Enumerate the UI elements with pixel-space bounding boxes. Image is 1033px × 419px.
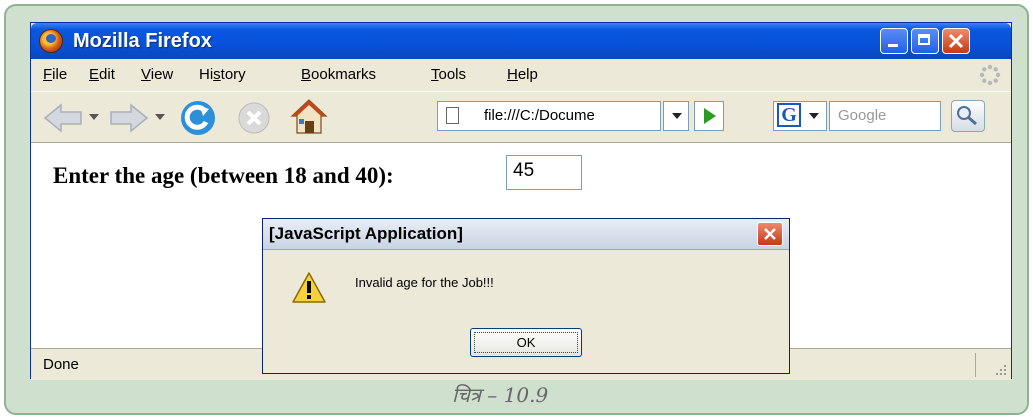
firefox-logo-icon (39, 29, 63, 53)
minimize-button[interactable] (880, 28, 908, 54)
close-icon (764, 228, 776, 240)
magnifier-icon (957, 106, 977, 126)
menu-view[interactable]: View (141, 66, 173, 83)
search-input[interactable]: Google (829, 101, 941, 131)
figure-caption: चित्र – 10.9 (452, 383, 549, 407)
page-icon (446, 107, 459, 124)
go-button[interactable] (694, 101, 724, 131)
age-input[interactable]: 45 (506, 155, 582, 190)
dialog-title-bar[interactable]: [JavaScript Application] (263, 219, 789, 250)
stop-icon[interactable] (237, 101, 271, 135)
alert-dialog: [JavaScript Application] Invalid age for… (262, 218, 790, 374)
dialog-close-button[interactable] (757, 222, 783, 246)
url-text: file:///C:/Docume (484, 107, 595, 124)
dialog-message: Invalid age for the Job!!! (355, 275, 494, 290)
status-text: Done (43, 356, 79, 373)
navigation-toolbar: file:///C:/Docume G Google (31, 91, 1011, 143)
search-engine-selector[interactable]: G (773, 101, 827, 131)
resize-grip-icon[interactable] (993, 362, 1007, 376)
back-dropdown-icon[interactable] (89, 114, 99, 122)
back-icon[interactable] (43, 102, 85, 134)
menu-help[interactable]: Help (507, 66, 538, 83)
url-history-dropdown[interactable] (663, 101, 689, 131)
forward-icon[interactable] (107, 102, 149, 134)
reload-icon[interactable] (179, 99, 217, 137)
home-icon[interactable] (289, 97, 329, 137)
window-title: Mozilla Firefox (73, 30, 212, 52)
search-button[interactable] (951, 100, 985, 132)
ok-button[interactable]: OK (470, 328, 582, 357)
maximize-button[interactable] (911, 28, 939, 54)
title-bar[interactable]: Mozilla Firefox (31, 23, 1011, 59)
menu-tools[interactable]: Tools (431, 66, 466, 83)
close-button[interactable] (942, 28, 970, 54)
warning-icon (292, 272, 326, 303)
forward-dropdown-icon[interactable] (155, 114, 165, 122)
google-icon: G (777, 103, 801, 127)
menu-bar: File Edit View History Bookmarks Tools H… (31, 59, 1011, 91)
dialog-title: [JavaScript Application] (269, 224, 463, 243)
menu-edit[interactable]: Edit (89, 66, 115, 83)
url-bar[interactable]: file:///C:/Docume (437, 101, 661, 131)
throbber-icon (979, 64, 1001, 86)
menu-bookmarks[interactable]: Bookmarks (301, 66, 376, 83)
status-divider (975, 353, 976, 377)
menu-history[interactable]: History (199, 66, 246, 83)
age-prompt-label: Enter the age (between 18 and 40): (53, 163, 394, 188)
menu-file[interactable]: File (43, 66, 67, 83)
